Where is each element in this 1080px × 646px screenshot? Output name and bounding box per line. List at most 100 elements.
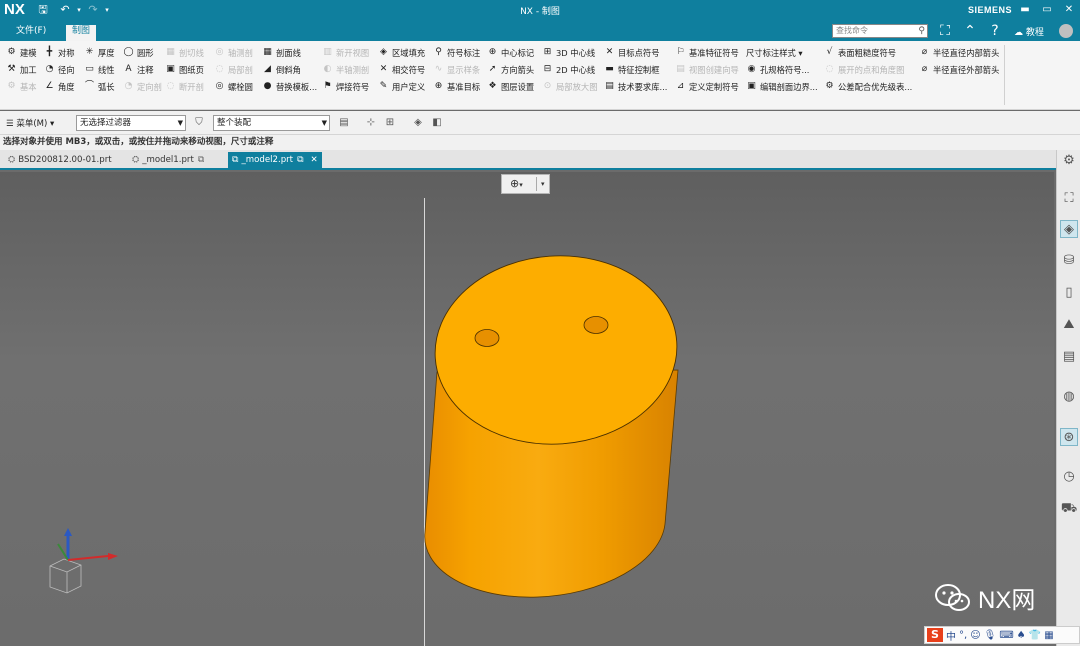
save-icon[interactable]: 🖫	[36, 3, 50, 17]
ribbon-command[interactable]: ◉ 孔规格符号...	[746, 61, 818, 78]
undo-dropdown-icon[interactable]: ▾	[72, 3, 86, 17]
ribbon-command[interactable]: ◌ 局部剖	[214, 61, 253, 78]
web-browser-icon[interactable]: ⛰	[1060, 316, 1078, 334]
ribbon-command[interactable]: ⚒ 加工	[6, 61, 36, 78]
avatar[interactable]	[1059, 24, 1073, 38]
graphics-viewport[interactable]: ⊕▾ ▾ NX网	[0, 172, 1054, 646]
close-icon[interactable]: ✕	[1062, 3, 1076, 17]
ime-lang[interactable]: 中	[946, 628, 956, 643]
ribbon-command[interactable]: ▭ 线性	[84, 61, 114, 78]
ribbon-command[interactable]: ◌ 断开剖	[165, 78, 204, 95]
ribbon-command[interactable]: ● 替换模板...	[262, 78, 318, 95]
assembly-navigator-icon[interactable]: ⛶	[1060, 190, 1078, 208]
ribbon-command[interactable]: ◯ 圆形	[123, 44, 162, 61]
hd3d-icon[interactable]: ▯	[1060, 284, 1078, 302]
ribbon-command[interactable]: ⊟ 2D 中心线	[542, 61, 598, 78]
grid-icon[interactable]: ▦	[1044, 630, 1053, 641]
settings-icon[interactable]: ⚙	[1060, 152, 1078, 170]
ribbon-command[interactable]: ▣ 图纸页	[165, 61, 204, 78]
ribbon-command[interactable]: ⌒ 弧长	[84, 78, 115, 95]
minimize-icon[interactable]: ▬	[1018, 3, 1032, 17]
ribbon-command[interactable]: ⊕ 中心标记	[487, 44, 534, 61]
ribbon-command[interactable]: ✕ 相交符号	[378, 61, 425, 78]
ribbon-command[interactable]: ⌀ 半径直径外部箭头	[919, 61, 1000, 78]
ribbon-command[interactable]: ◌ 展开的点和角度图	[824, 61, 912, 78]
ribbon-command[interactable]: ◔ 径向	[44, 61, 75, 78]
filter-icon[interactable]: ⛉	[192, 116, 206, 130]
ribbon-command[interactable]: √ 表面粗糙度符号	[824, 44, 912, 61]
ribbon-command[interactable]: ◢ 倒斜角	[262, 61, 317, 78]
skin-icon[interactable]: ♠	[1017, 630, 1026, 641]
ribbon-command[interactable]: ➚ 方向箭头	[487, 61, 534, 78]
component-icon[interactable]: ◈	[411, 116, 425, 130]
system-materials-icon[interactable]: ◍	[1060, 388, 1078, 406]
command-search-input[interactable]: 查找命令 ⚲	[832, 24, 928, 38]
ribbon-command[interactable]: ▬ 特征控制框	[604, 61, 667, 78]
ribbon-command[interactable]: A 注释	[123, 61, 162, 78]
roles-icon[interactable]: ⛟	[1060, 500, 1078, 518]
ribbon-command[interactable]: ⊞ 3D 中心线	[542, 44, 598, 61]
ribbon-command[interactable]: ▥ 新开视图	[322, 44, 369, 61]
ribbon-command[interactable]: ∿ 显示样条	[433, 61, 480, 78]
ribbon-command[interactable]: ▤ 技术要求库...	[604, 78, 667, 95]
ribbon-command[interactable]: ▦ 剖面线	[262, 44, 317, 61]
keyboard-icon[interactable]: ⌨	[999, 630, 1013, 641]
tab-doc-2[interactable]: ⛭ _model1.prt ⧉	[128, 152, 211, 170]
ribbon-command[interactable]: ⚲ 符号标注	[433, 44, 480, 61]
ribbon-command[interactable]: ✎ 用户定义	[378, 78, 425, 95]
ribbon-command[interactable]: ▤ 视图创建向导	[675, 61, 739, 78]
part-navigator-icon[interactable]: ◈	[1060, 220, 1078, 238]
tab-doc-1[interactable]: ⛭ BSD200812.00-01.prt	[4, 152, 116, 170]
ribbon-command[interactable]: ✳ 厚度	[84, 44, 115, 61]
file-menu[interactable]: 文件(F)	[10, 25, 52, 41]
punctuation-icon[interactable]: °,	[959, 630, 967, 641]
mic-icon[interactable]: 🎙	[984, 630, 997, 641]
ribbon-command[interactable]: ⚙ 建模	[6, 44, 36, 61]
ribbon-command[interactable]: 尺寸标注样式 ▾	[746, 44, 818, 61]
main-menu-button[interactable]: ☰ 菜单(M) ▾	[6, 117, 54, 129]
ribbon-command[interactable]: ◎ 螺栓圆	[214, 78, 253, 95]
ribbon-command[interactable]: ▦ 剖切线	[165, 44, 204, 61]
ribbon-command[interactable]: ⚙ 公差配合优先级表...	[824, 78, 912, 95]
scope-select[interactable]: 整个装配 ▼	[213, 115, 330, 131]
cylinder-model[interactable]	[0, 172, 1054, 646]
close-tab-icon[interactable]: ✕	[311, 155, 318, 165]
ribbon-command[interactable]: ⚐ 基准特征符号	[675, 44, 738, 61]
ribbon-command[interactable]: ◐ 半轴测剖	[322, 61, 370, 78]
ribbon-command[interactable]: ▣ 编辑剖面边界...	[746, 78, 817, 95]
undo-icon[interactable]: ↶	[58, 3, 72, 17]
ribbon-command[interactable]: ⚙ 基本	[6, 78, 36, 95]
reuse-library-icon[interactable]: ⛁	[1060, 252, 1078, 270]
tab-drafting[interactable]: 制图	[66, 25, 97, 41]
emoji-icon[interactable]: ☺	[970, 630, 980, 641]
ime-toolbar[interactable]: S 中 °, ☺ 🎙 ⌨ ♠ 👕 ▦	[924, 626, 1080, 644]
ribbon-command[interactable]: ◔ 定向剖	[123, 78, 162, 95]
help-icon[interactable]: ?	[986, 23, 1004, 41]
history-icon[interactable]: ▤	[1060, 348, 1078, 366]
ribbon-command[interactable]: ⌀ 半径直径内部箭头	[919, 44, 1000, 61]
ribbon-command[interactable]: ⊕ 基准目标	[433, 78, 480, 95]
select-all-icon[interactable]: ▤	[337, 116, 351, 130]
type-filter-select[interactable]: 无选择过滤器 ▼	[76, 115, 186, 131]
shirt-icon[interactable]: 👕	[1029, 630, 1041, 641]
help-label[interactable]: ☁ 教程	[1014, 25, 1044, 38]
ribbon-command[interactable]: ╋ 对称	[44, 44, 75, 61]
process-studio-icon[interactable]: ⊛	[1060, 428, 1078, 446]
ribbon-command[interactable]: ◈ 区域填充	[378, 44, 425, 61]
ribbon-command[interactable]: ∠ 角度	[44, 78, 74, 95]
collapse-ribbon-icon[interactable]: ⌃	[961, 23, 979, 41]
restore-icon[interactable]: ▭	[1040, 3, 1054, 17]
clock-icon[interactable]: ◷	[1060, 468, 1078, 486]
ribbon-command[interactable]: ✕ 目标点符号	[604, 44, 667, 61]
faces-icon[interactable]: ◧	[430, 116, 444, 130]
ribbon-command[interactable]: ⊙ 局部放大图	[542, 78, 598, 95]
ribbon-command[interactable]: ◎ 轴测剖	[214, 44, 253, 61]
tab-doc-3[interactable]: ⧉ _model2.prt ⧉ ✕	[228, 152, 322, 170]
fullscreen-icon[interactable]: ⛶	[936, 23, 954, 41]
ribbon-command[interactable]: ❖ 图层设置	[487, 78, 534, 95]
add-selection-icon[interactable]: ⊞	[383, 116, 397, 130]
ribbon-command[interactable]: ⊿ 定义定制符号	[675, 78, 739, 95]
redo-icon[interactable]: ↷	[86, 3, 100, 17]
snap-icon[interactable]: ⊹	[364, 116, 378, 130]
ribbon-command[interactable]: ⚑ 焊接符号	[322, 78, 369, 95]
